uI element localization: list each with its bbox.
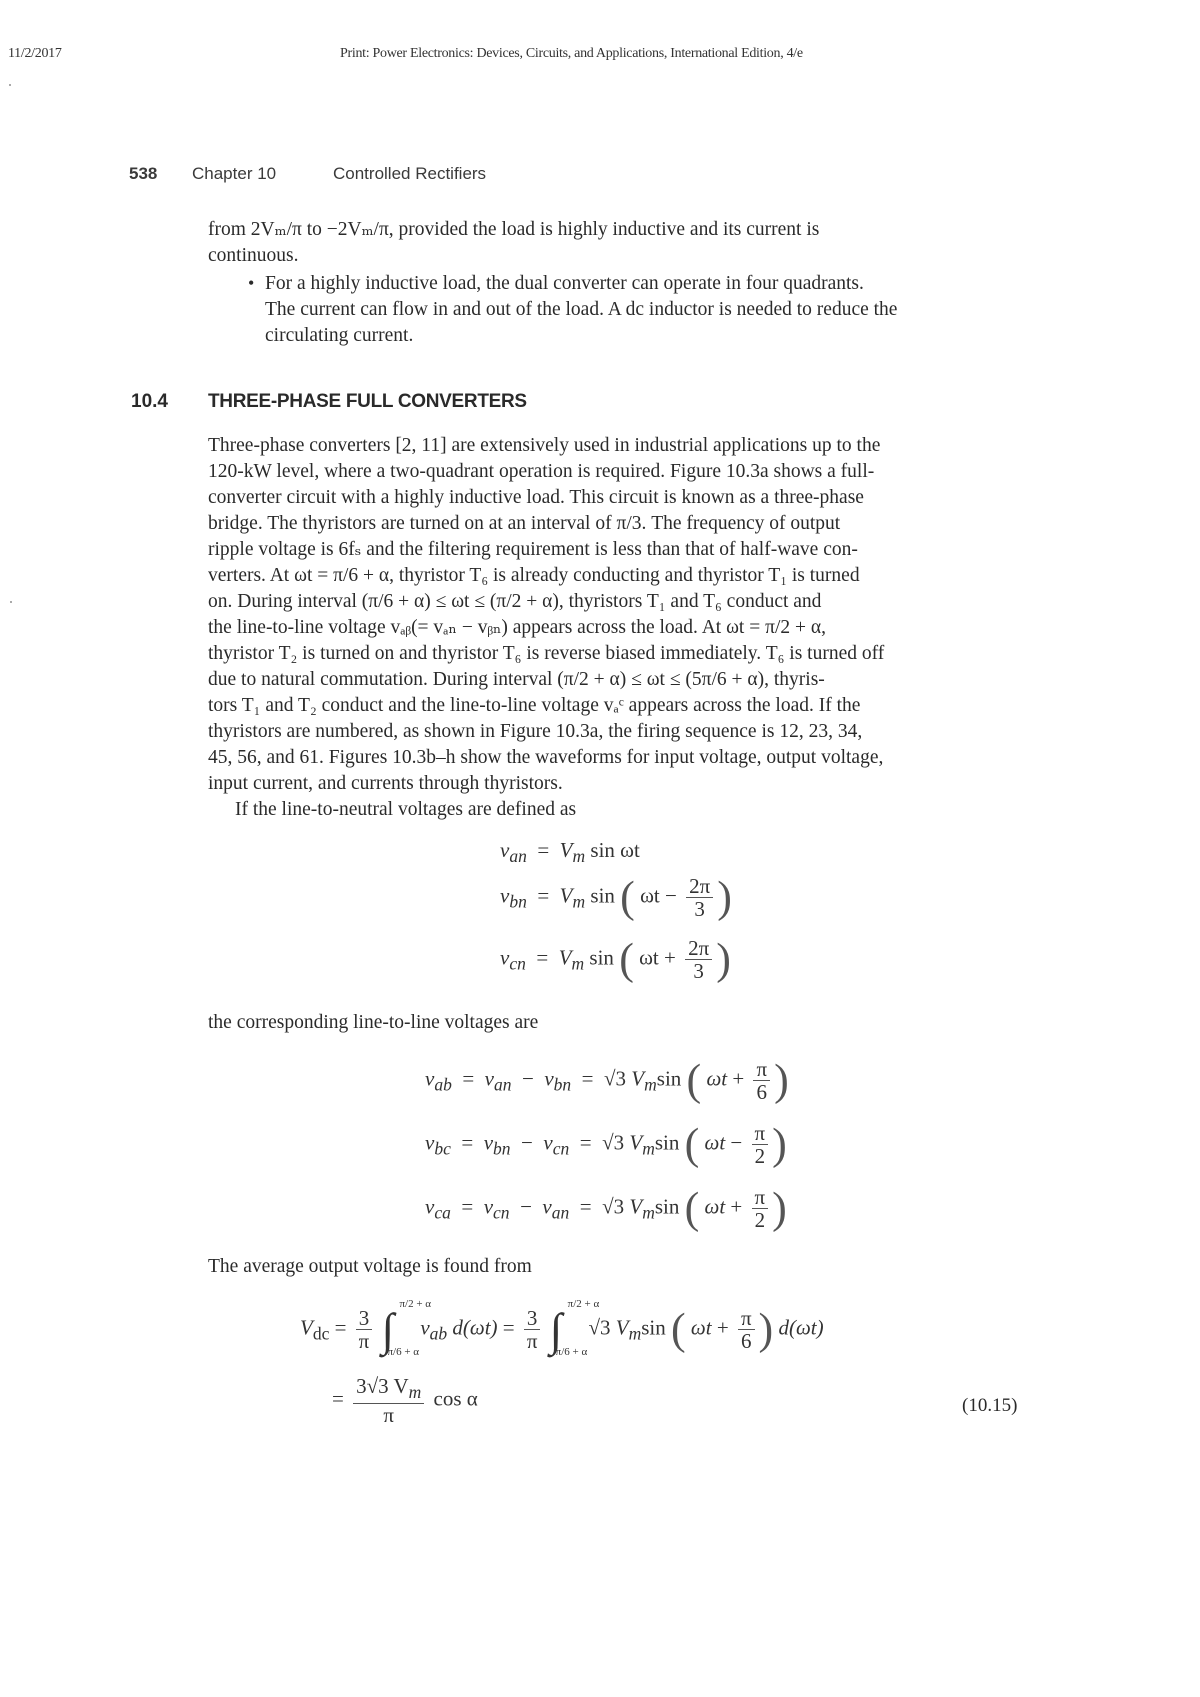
print-title: Print: Power Electronics: Devices, Circu… (340, 46, 803, 61)
chapter-label: Chapter 10 (192, 164, 277, 183)
text-line: circulating current. (265, 325, 414, 346)
text-line: For a highly inductive load, the dual co… (265, 273, 864, 294)
text-line: due to natural commutation. During inter… (208, 669, 825, 690)
text-line: input current, and currents through thyr… (208, 773, 563, 794)
text-line: continuous. (208, 245, 299, 266)
integral-sign: ∫ π/2 + α π/6 + α (381, 1298, 432, 1358)
section-paragraph: Three-phase converters [2, 11] are exten… (208, 433, 1028, 797)
line-to-line-intro: the corresponding line-to-line voltages … (208, 1012, 539, 1033)
bullet-paragraph: For a highly inductive load, the dual co… (265, 271, 1028, 349)
print-date: 11/2/2017 (8, 46, 62, 61)
text-line: thyristor T₂ is turned on and thyristor … (208, 643, 885, 664)
section-number: 10.4 (131, 391, 168, 412)
text-line: bridge. The thyristors are turned on at … (208, 513, 841, 534)
equation-vca: vca = vcn − van = √3 Vmsin ( ωt + π 2) (425, 1183, 787, 1233)
scan-speck (10, 601, 12, 603)
equation-vbn: vbn = Vm sin ( ωt − 2π 3) (500, 872, 732, 922)
scan-speck (9, 84, 11, 86)
bullet-icon: • (248, 273, 255, 293)
text-line: from 2Vₘ/π to −2Vₘ/π, provided the load … (208, 219, 820, 240)
continued-paragraph: from 2Vₘ/π to −2Vₘ/π, provided the load … (208, 217, 1028, 269)
integral-sign: ∫ π/2 + α π/6 + α (549, 1298, 600, 1358)
text-line: 45, 56, and 61. Figures 10.3b–h show the… (208, 747, 884, 768)
text-line: ripple voltage is 6fₛ and the filtering … (208, 539, 858, 560)
text-line: Three-phase converters [2, 11] are exten… (208, 435, 881, 456)
equation-van: van = Vm sin ωt (500, 838, 640, 867)
equation-vdc-result: = 3√3 Vm π cos α (332, 1374, 478, 1428)
equation-vdc: Vdc = 3π ∫ π/2 + α π/6 + α vab d(ωt) = 3π … (300, 1298, 824, 1358)
text-line: thyristors are numbered, as shown in Fig… (208, 721, 863, 742)
average-intro: The average output voltage is found from (208, 1256, 532, 1277)
line-to-neutral-intro: If the line-to-neutral voltages are defi… (235, 799, 577, 820)
chapter-title: Controlled Rectifiers (333, 164, 487, 183)
text-line: the line-to-line voltage vₐᵦ(= vₐₙ − vᵦₙ… (208, 617, 826, 638)
text-line: The current can flow in and out of the l… (265, 299, 898, 320)
equation-number: (10.15) (962, 1395, 1018, 1416)
text-line: converter circuit with a highly inductiv… (208, 487, 864, 508)
equation-vbc: vbc = vbn − vcn = √3 Vmsin ( ωt − π 2) (425, 1119, 787, 1169)
section-title: THREE-PHASE FULL CONVERTERS (208, 391, 527, 412)
text-line: tors T₁ and T₂ conduct and the line-to-l… (208, 695, 861, 716)
equation-vab: vab = van − vbn = √3 Vmsin ( ωt + π 6) (425, 1055, 789, 1105)
text-line: 120-kW level, where a two-quadrant opera… (208, 461, 875, 482)
page-number: 538 (129, 164, 158, 183)
equation-vcn: vcn = Vm sin ( ωt + 2π 3) (500, 934, 731, 984)
text-line: on. During interval (π/6 + α) ≤ ωt ≤ (π/… (208, 591, 822, 612)
text-line: verters. At ωt = π/6 + α, thyristor T₆ i… (208, 565, 860, 586)
